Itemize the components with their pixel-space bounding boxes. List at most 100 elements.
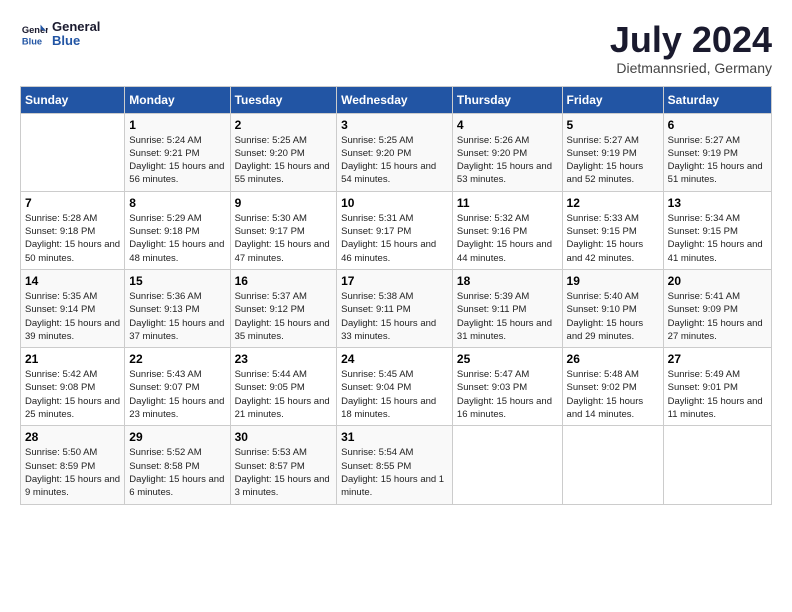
day-number: 11 [457, 196, 558, 210]
day-info: Sunrise: 5:54 AM Sunset: 8:55 PM Dayligh… [341, 446, 448, 499]
day-info: Sunrise: 5:44 AM Sunset: 9:05 PM Dayligh… [235, 368, 333, 421]
day-number: 2 [235, 118, 333, 132]
day-number: 7 [25, 196, 120, 210]
page-header: General Blue General Blue July 2024 Diet… [20, 20, 772, 76]
day-number: 20 [668, 274, 767, 288]
sunrise: Sunrise: 5:29 AM [129, 213, 201, 224]
sunrise: Sunrise: 5:37 AM [235, 291, 307, 302]
sunset: Sunset: 8:58 PM [129, 461, 199, 472]
daylight: Daylight: 15 hours and 18 minutes. [341, 396, 436, 420]
day-info: Sunrise: 5:31 AM Sunset: 9:17 PM Dayligh… [341, 212, 448, 265]
day-info: Sunrise: 5:28 AM Sunset: 9:18 PM Dayligh… [25, 212, 120, 265]
day-info: Sunrise: 5:35 AM Sunset: 9:14 PM Dayligh… [25, 290, 120, 343]
day-number: 5 [567, 118, 659, 132]
svg-text:Blue: Blue [22, 37, 42, 47]
sunrise: Sunrise: 5:25 AM [235, 135, 307, 146]
day-number: 29 [129, 430, 225, 444]
day-number: 9 [235, 196, 333, 210]
week-row-5: 28 Sunrise: 5:50 AM Sunset: 8:59 PM Dayl… [21, 426, 772, 504]
day-cell [562, 426, 663, 504]
sunrise: Sunrise: 5:44 AM [235, 369, 307, 380]
day-cell: 19 Sunrise: 5:40 AM Sunset: 9:10 PM Dayl… [562, 269, 663, 347]
day-number: 13 [668, 196, 767, 210]
sunset: Sunset: 9:21 PM [129, 148, 199, 159]
sunrise: Sunrise: 5:54 AM [341, 447, 413, 458]
sunset: Sunset: 9:17 PM [341, 226, 411, 237]
sunrise: Sunrise: 5:48 AM [567, 369, 639, 380]
day-info: Sunrise: 5:25 AM Sunset: 9:20 PM Dayligh… [235, 134, 333, 187]
day-info: Sunrise: 5:43 AM Sunset: 9:07 PM Dayligh… [129, 368, 225, 421]
sunrise: Sunrise: 5:43 AM [129, 369, 201, 380]
daylight: Daylight: 15 hours and 1 minute. [341, 474, 444, 498]
day-number: 4 [457, 118, 558, 132]
sunset: Sunset: 9:01 PM [668, 382, 738, 393]
sunrise: Sunrise: 5:50 AM [25, 447, 97, 458]
day-cell: 14 Sunrise: 5:35 AM Sunset: 9:14 PM Dayl… [21, 269, 125, 347]
day-number: 15 [129, 274, 225, 288]
daylight: Daylight: 15 hours and 37 minutes. [129, 318, 224, 342]
sunset: Sunset: 9:04 PM [341, 382, 411, 393]
day-cell: 26 Sunrise: 5:48 AM Sunset: 9:02 PM Dayl… [562, 348, 663, 426]
day-cell: 2 Sunrise: 5:25 AM Sunset: 9:20 PM Dayli… [230, 113, 337, 191]
day-info: Sunrise: 5:32 AM Sunset: 9:16 PM Dayligh… [457, 212, 558, 265]
sunset: Sunset: 9:14 PM [25, 304, 95, 315]
sunrise: Sunrise: 5:25 AM [341, 135, 413, 146]
day-info: Sunrise: 5:30 AM Sunset: 9:17 PM Dayligh… [235, 212, 333, 265]
daylight: Daylight: 15 hours and 23 minutes. [129, 396, 224, 420]
day-number: 22 [129, 352, 225, 366]
day-number: 28 [25, 430, 120, 444]
calendar-table: SundayMondayTuesdayWednesdayThursdayFrid… [20, 86, 772, 505]
day-info: Sunrise: 5:27 AM Sunset: 9:19 PM Dayligh… [567, 134, 659, 187]
day-cell: 3 Sunrise: 5:25 AM Sunset: 9:20 PM Dayli… [337, 113, 453, 191]
sunrise: Sunrise: 5:24 AM [129, 135, 201, 146]
sunrise: Sunrise: 5:28 AM [25, 213, 97, 224]
day-number: 1 [129, 118, 225, 132]
day-info: Sunrise: 5:42 AM Sunset: 9:08 PM Dayligh… [25, 368, 120, 421]
day-cell: 5 Sunrise: 5:27 AM Sunset: 9:19 PM Dayli… [562, 113, 663, 191]
day-cell: 22 Sunrise: 5:43 AM Sunset: 9:07 PM Dayl… [125, 348, 230, 426]
daylight: Daylight: 15 hours and 21 minutes. [235, 396, 330, 420]
day-info: Sunrise: 5:41 AM Sunset: 9:09 PM Dayligh… [668, 290, 767, 343]
sunset: Sunset: 9:18 PM [25, 226, 95, 237]
sunrise: Sunrise: 5:33 AM [567, 213, 639, 224]
daylight: Daylight: 15 hours and 56 minutes. [129, 161, 224, 185]
sunrise: Sunrise: 5:30 AM [235, 213, 307, 224]
day-cell: 11 Sunrise: 5:32 AM Sunset: 9:16 PM Dayl… [452, 191, 562, 269]
day-cell [21, 113, 125, 191]
sunset: Sunset: 8:57 PM [235, 461, 305, 472]
sunrise: Sunrise: 5:45 AM [341, 369, 413, 380]
day-info: Sunrise: 5:33 AM Sunset: 9:15 PM Dayligh… [567, 212, 659, 265]
daylight: Daylight: 15 hours and 53 minutes. [457, 161, 552, 185]
day-cell: 1 Sunrise: 5:24 AM Sunset: 9:21 PM Dayli… [125, 113, 230, 191]
day-cell: 18 Sunrise: 5:39 AM Sunset: 9:11 PM Dayl… [452, 269, 562, 347]
day-cell: 21 Sunrise: 5:42 AM Sunset: 9:08 PM Dayl… [21, 348, 125, 426]
day-number: 16 [235, 274, 333, 288]
day-number: 26 [567, 352, 659, 366]
day-cell: 6 Sunrise: 5:27 AM Sunset: 9:19 PM Dayli… [663, 113, 771, 191]
day-cell: 24 Sunrise: 5:45 AM Sunset: 9:04 PM Dayl… [337, 348, 453, 426]
day-cell: 17 Sunrise: 5:38 AM Sunset: 9:11 PM Dayl… [337, 269, 453, 347]
daylight: Daylight: 15 hours and 9 minutes. [25, 474, 120, 498]
week-row-4: 21 Sunrise: 5:42 AM Sunset: 9:08 PM Dayl… [21, 348, 772, 426]
sunset: Sunset: 9:20 PM [341, 148, 411, 159]
day-cell: 20 Sunrise: 5:41 AM Sunset: 9:09 PM Dayl… [663, 269, 771, 347]
day-info: Sunrise: 5:38 AM Sunset: 9:11 PM Dayligh… [341, 290, 448, 343]
sunrise: Sunrise: 5:41 AM [668, 291, 740, 302]
day-cell [663, 426, 771, 504]
sunset: Sunset: 9:02 PM [567, 382, 637, 393]
sunset: Sunset: 9:10 PM [567, 304, 637, 315]
day-cell: 4 Sunrise: 5:26 AM Sunset: 9:20 PM Dayli… [452, 113, 562, 191]
daylight: Daylight: 15 hours and 54 minutes. [341, 161, 436, 185]
day-cell: 12 Sunrise: 5:33 AM Sunset: 9:15 PM Dayl… [562, 191, 663, 269]
day-cell: 16 Sunrise: 5:37 AM Sunset: 9:12 PM Dayl… [230, 269, 337, 347]
daylight: Daylight: 15 hours and 31 minutes. [457, 318, 552, 342]
daylight: Daylight: 15 hours and 33 minutes. [341, 318, 436, 342]
sunrise: Sunrise: 5:53 AM [235, 447, 307, 458]
sunrise: Sunrise: 5:40 AM [567, 291, 639, 302]
daylight: Daylight: 15 hours and 48 minutes. [129, 239, 224, 263]
daylight: Daylight: 15 hours and 50 minutes. [25, 239, 120, 263]
sunrise: Sunrise: 5:27 AM [567, 135, 639, 146]
day-cell: 8 Sunrise: 5:29 AM Sunset: 9:18 PM Dayli… [125, 191, 230, 269]
daylight: Daylight: 15 hours and 47 minutes. [235, 239, 330, 263]
weekday-header-saturday: Saturday [663, 86, 771, 113]
